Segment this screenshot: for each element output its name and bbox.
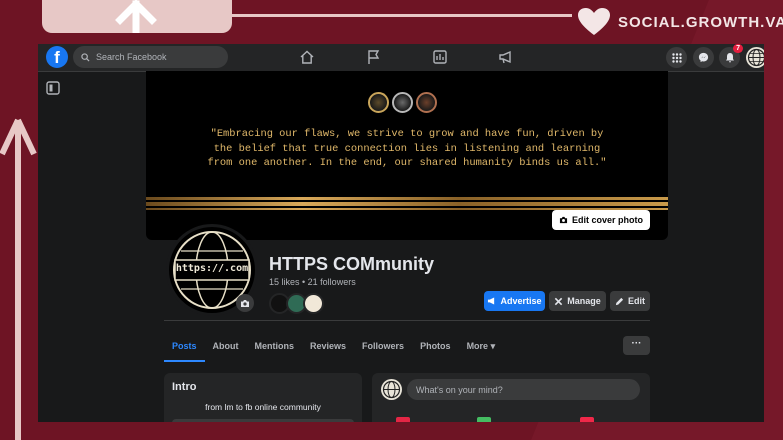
intro-card: Intro from lm to fb online community	[164, 373, 362, 422]
intro-title: Intro	[172, 381, 197, 393]
camera-icon	[559, 216, 568, 224]
page-title: HTTPS COMmunity	[269, 254, 434, 274]
brand-text: SOCIAL.GROWTH.VA	[618, 13, 783, 31]
post-composer	[372, 373, 650, 422]
cover-quote: "Embracing our flaws, we strive to grow …	[207, 128, 607, 169]
manage-label: Manage	[567, 296, 601, 306]
tab-about[interactable]: About	[205, 334, 247, 362]
insights-icon[interactable]	[432, 49, 448, 65]
globe-icon	[382, 380, 401, 399]
home-icon[interactable]	[299, 49, 315, 65]
camera-icon	[241, 299, 249, 307]
edit-cover-photo-button[interactable]: Edit cover photo	[551, 210, 650, 230]
tab-reviews[interactable]: Reviews	[302, 334, 354, 362]
gold-stripe-decoration	[146, 197, 668, 210]
messenger-button[interactable]	[693, 47, 714, 68]
notifications-button[interactable]: 7	[719, 44, 743, 68]
edit-label: Edit	[628, 296, 645, 306]
tab-more[interactable]: More ▾	[459, 334, 504, 362]
sidebar-toggle-icon[interactable]	[45, 80, 61, 96]
composer-avatar[interactable]	[381, 379, 402, 400]
follower-avatars[interactable]	[269, 293, 324, 314]
facebook-window: f Search Facebook 7 "Embracing our flaws…	[38, 44, 764, 422]
search-box[interactable]	[73, 46, 228, 68]
follower-avatar[interactable]	[303, 293, 324, 314]
tools-icon	[555, 297, 563, 305]
account-avatar[interactable]	[746, 47, 764, 68]
page-stats[interactable]: 15 likes • 21 followers	[269, 277, 356, 287]
edit-cover-photo-label: Edit cover photo	[571, 215, 643, 225]
brand-watermark: SOCIAL.GROWTH.VA	[578, 8, 783, 36]
gold-coin-icon	[368, 92, 389, 113]
composer-input[interactable]	[407, 379, 640, 400]
edit-button[interactable]: Edit	[610, 291, 650, 311]
heart-icon	[578, 8, 610, 35]
intro-bio: from lm to fb online community	[205, 402, 321, 412]
megaphone-icon	[488, 297, 495, 305]
messenger-icon	[698, 52, 709, 63]
update-profile-picture-button[interactable]	[236, 294, 254, 312]
manage-button[interactable]: Manage	[549, 291, 606, 311]
tab-mentions[interactable]: Mentions	[247, 334, 303, 362]
bronze-coin-icon	[416, 92, 437, 113]
silver-coin-icon	[392, 92, 413, 113]
background-line	[232, 14, 572, 17]
pencil-icon	[615, 297, 624, 305]
more-options-button[interactable]: ···	[623, 336, 650, 355]
photo-video-icon[interactable]	[477, 417, 491, 422]
reel-icon[interactable]	[580, 417, 594, 422]
cover-photo: "Embracing our flaws, we strive to grow …	[146, 71, 668, 240]
tab-posts[interactable]: Posts	[164, 334, 205, 362]
page-tabs: Posts About Mentions Reviews Followers P…	[164, 334, 503, 362]
globe-icon	[747, 48, 764, 67]
search-input[interactable]	[94, 51, 218, 63]
profile-divider	[164, 320, 650, 321]
profile-logo-text: https://.com	[175, 263, 249, 274]
edit-bio-button[interactable]	[172, 419, 354, 422]
advertise-label: Advertise	[500, 296, 542, 306]
advertise-button[interactable]: Advertise	[484, 291, 545, 311]
search-icon	[81, 52, 90, 62]
grid-menu-icon	[671, 52, 682, 63]
live-video-icon[interactable]	[396, 417, 410, 422]
coin-row	[368, 92, 437, 113]
menu-button[interactable]	[666, 47, 687, 68]
flag-icon[interactable]	[366, 49, 382, 65]
top-navigation-bar: f Search Facebook 7	[38, 44, 764, 72]
megaphone-icon[interactable]	[498, 49, 514, 65]
up-arrow-icon	[115, 0, 157, 33]
tab-followers[interactable]: Followers	[354, 334, 412, 362]
tab-photos[interactable]: Photos	[412, 334, 459, 362]
facebook-logo[interactable]: f	[46, 46, 68, 68]
left-up-arrow-icon	[0, 118, 37, 440]
notification-badge: 7	[733, 44, 743, 53]
bell-icon	[725, 53, 734, 63]
